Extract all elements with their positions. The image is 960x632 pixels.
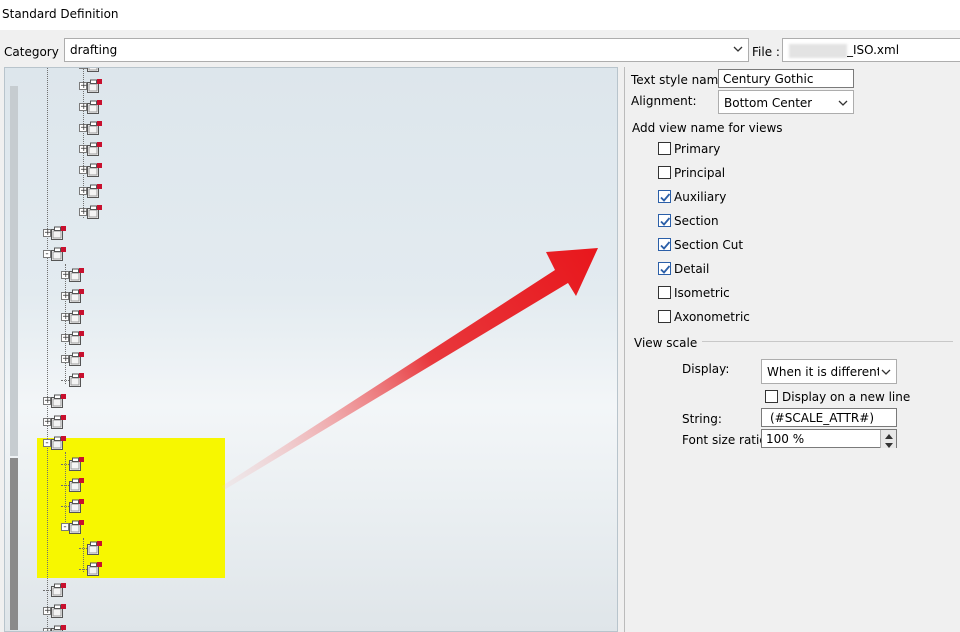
view-type-checkbox-label: Primary	[674, 142, 721, 156]
checkmark-icon	[660, 265, 671, 274]
alignment-label: Alignment:	[631, 94, 697, 108]
view-type-checkbox[interactable]	[658, 142, 671, 155]
text-style-field[interactable]: Century Gothic	[718, 69, 854, 88]
triangle-down-icon	[885, 443, 893, 448]
text-style-value: Century Gothic	[723, 72, 814, 86]
font-size-ratio-value: 100 %	[766, 432, 805, 446]
spin-up-button[interactable]	[880, 430, 896, 439]
alignment-value: Bottom Center	[724, 96, 813, 110]
display-value: When it is different fr	[767, 365, 879, 379]
chevron-down-icon	[838, 100, 848, 106]
view-type-checkbox[interactable]	[658, 238, 671, 251]
display-label: Display:	[682, 362, 730, 376]
arrow-shape	[222, 248, 598, 490]
view-scale-label: View scale	[634, 336, 698, 350]
font-size-ratio-spinner[interactable]: 100 %	[761, 429, 897, 448]
view-type-checkbox-label: Section Cut	[674, 238, 744, 252]
view-type-checkbox[interactable]	[658, 190, 671, 203]
display-new-line-checkbox[interactable]	[765, 390, 778, 403]
alignment-select[interactable]: Bottom Center	[718, 90, 854, 114]
chevron-down-icon	[881, 369, 891, 375]
view-type-checkbox[interactable]	[658, 214, 671, 227]
view-type-checkbox-label: Isometric	[674, 286, 730, 300]
view-type-checkbox[interactable]	[658, 310, 671, 323]
view-type-checkbox-label: Auxiliary	[674, 190, 727, 204]
string-field[interactable]: (#SCALE_ATTR#)	[761, 408, 897, 427]
spin-down-button[interactable]	[880, 439, 896, 448]
checkmark-icon	[660, 193, 671, 202]
string-value: (#SCALE_ATTR#)	[770, 411, 875, 425]
view-type-checkbox[interactable]	[658, 286, 671, 299]
panel-splitter[interactable]	[624, 67, 625, 632]
view-type-checkbox[interactable]	[658, 166, 671, 179]
string-label: String:	[682, 412, 722, 426]
checkmark-icon	[660, 241, 671, 250]
text-style-label: Text style name:	[631, 73, 730, 87]
view-type-checkbox-label: Section	[674, 214, 719, 228]
view-scale-divider	[702, 341, 953, 342]
display-select[interactable]: When it is different fr	[761, 359, 897, 384]
add-view-name-label: Add view name for views	[632, 121, 783, 135]
view-type-checkbox-label: Axonometric	[674, 310, 750, 324]
view-type-checkbox-label: Detail	[674, 262, 710, 276]
checkmark-icon	[660, 217, 671, 226]
display-new-line-label: Display on a new line	[782, 390, 911, 404]
view-type-checkbox[interactable]	[658, 262, 671, 275]
font-size-ratio-label: Font size ratio:	[682, 433, 771, 447]
view-type-checkbox-label: Principal	[674, 166, 726, 180]
